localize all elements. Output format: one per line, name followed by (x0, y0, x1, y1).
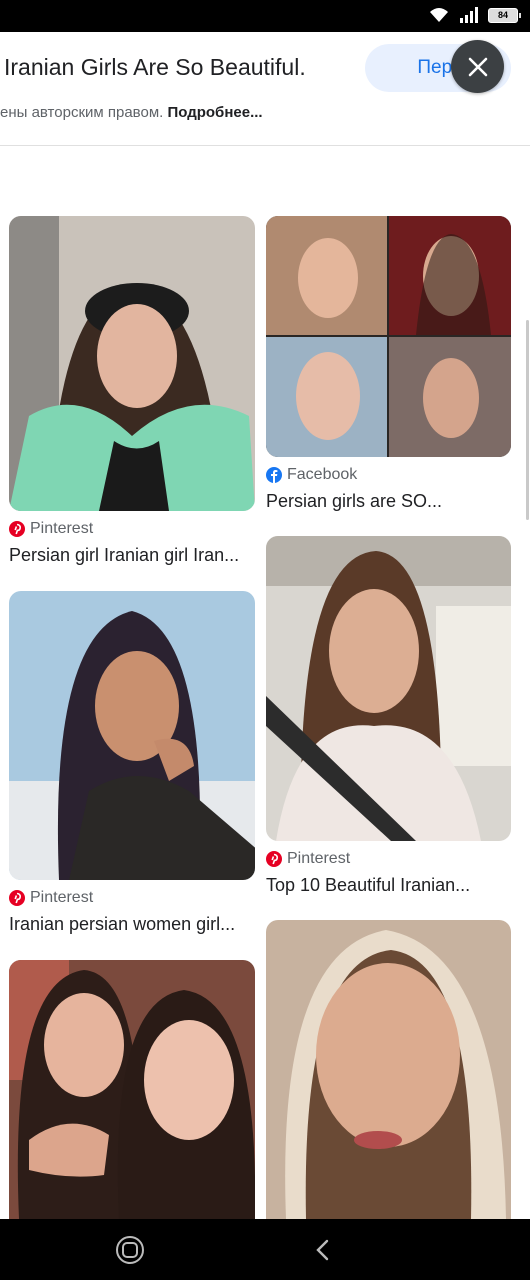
preview-header: Iranian Girls Are So Beautiful. Перейти … (0, 32, 530, 146)
result-caption-3[interactable]: Iranian persian women girl... (9, 914, 235, 935)
pinterest-icon (266, 851, 282, 867)
result-source-2: Facebook (266, 466, 357, 484)
wifi-icon (430, 8, 448, 22)
pinterest-icon (9, 521, 25, 537)
result-image-3[interactable] (9, 591, 255, 880)
close-icon (468, 57, 487, 76)
result-caption-1[interactable]: Persian girl Iranian girl Iran... (9, 545, 239, 566)
close-button[interactable] (451, 40, 504, 93)
pinterest-icon (9, 890, 25, 906)
scrollbar[interactable] (526, 320, 529, 520)
result-caption-4[interactable]: Top 10 Beautiful Iranian... (266, 875, 470, 896)
signal-icon (460, 7, 478, 23)
page-title[interactable]: Iranian Girls Are So Beautiful. (4, 54, 306, 81)
result-image-5[interactable] (9, 960, 255, 1219)
home-icon (122, 1242, 138, 1258)
result-image-6[interactable] (266, 920, 511, 1219)
learn-more-link[interactable]: Подробнее... (167, 104, 262, 121)
copyright-text: ены авторским правом. (0, 104, 168, 121)
status-bar: 84 (0, 0, 530, 32)
copyright-note: ены авторским правом. Подробнее... (0, 104, 263, 121)
status-icons: 84 (428, 6, 521, 24)
facebook-icon (266, 467, 282, 483)
result-source-3: Pinterest (9, 889, 93, 907)
source-label: Facebook (287, 466, 358, 483)
result-caption-2[interactable]: Persian girls are SO... (266, 491, 442, 512)
source-label: Pinterest (30, 889, 94, 906)
result-image-4[interactable] (266, 536, 511, 841)
home-button[interactable] (116, 1236, 144, 1264)
source-label: Pinterest (30, 520, 94, 537)
result-source-1: Pinterest (9, 520, 93, 538)
result-image-1[interactable] (9, 216, 255, 511)
result-source-4: Pinterest (266, 850, 350, 868)
navigation-bar (0, 1219, 530, 1280)
back-button[interactable] (313, 1238, 333, 1262)
source-label: Pinterest (287, 850, 351, 867)
result-image-2[interactable] (266, 216, 511, 457)
battery-icon: 84 (488, 7, 521, 23)
